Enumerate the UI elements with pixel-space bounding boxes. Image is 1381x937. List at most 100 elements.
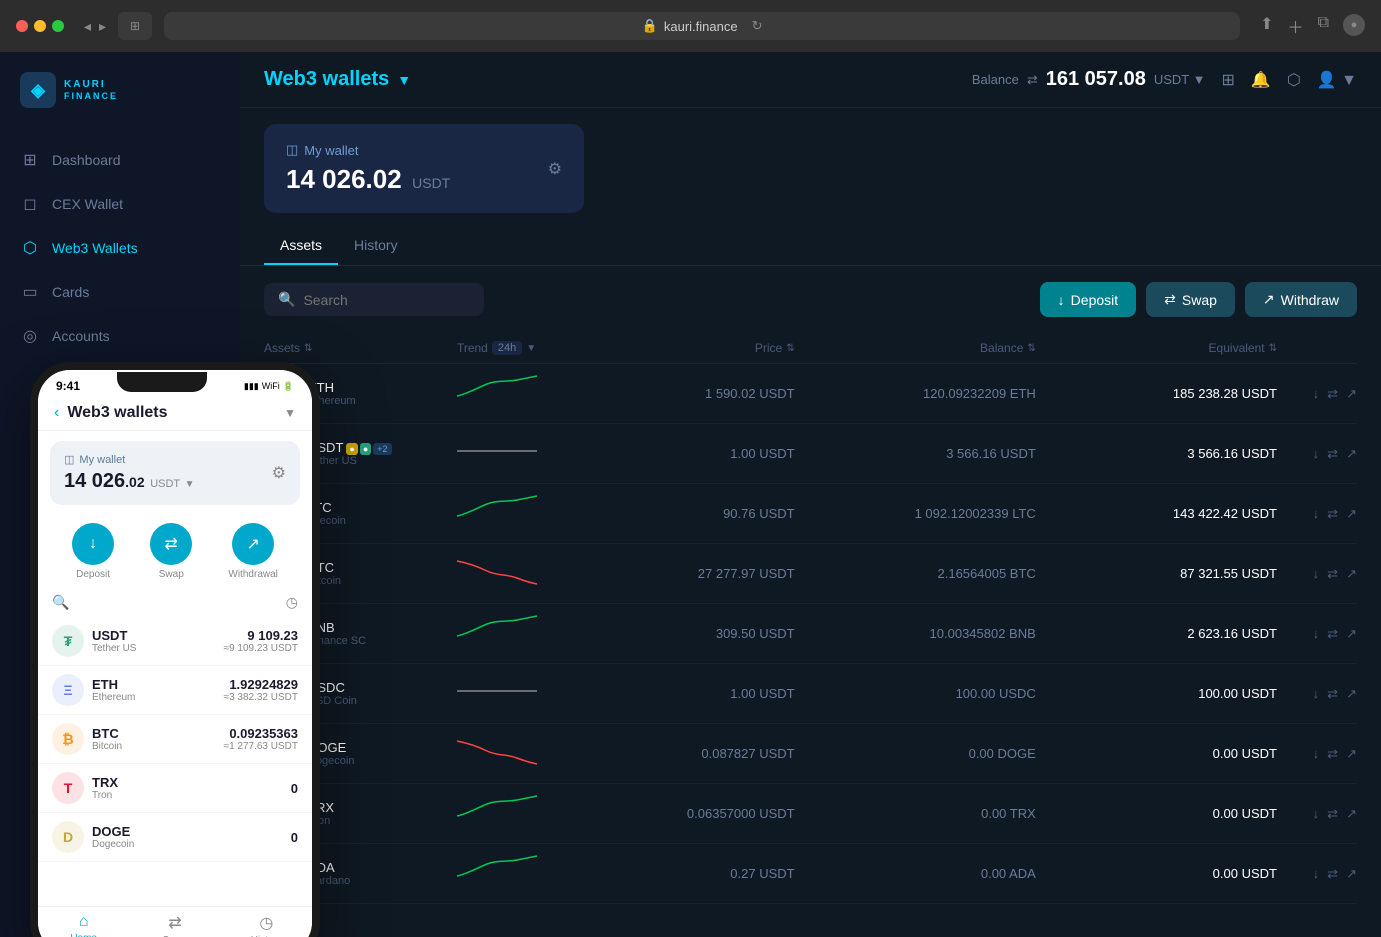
row-swap-icon[interactable]: ⇄ [1327,566,1338,582]
tab-history[interactable]: History [338,229,414,265]
phone-asset-row[interactable]: T TRX Tron 0 [38,764,312,813]
phone-asset-row[interactable]: ₮ USDT Tether US 9 109.23 ≈9 109.23 USDT [38,617,312,666]
phone-asset-row[interactable]: D DOGE Dogecoin 0 [38,813,312,862]
phone-nav-swap[interactable]: ⇄ Swap [129,913,220,937]
tabs-icon[interactable]: ⧉ [1318,14,1329,38]
equivalent-cell: 87 321.55 USDT [1036,566,1277,581]
phone-back-button[interactable]: ‹ [54,404,59,422]
row-deposit-icon[interactable]: ↓ [1313,746,1320,762]
address-bar[interactable]: 🔒 kauri.finance ↻ [164,12,1240,40]
phone-asset-symbol: USDT [92,628,224,643]
asset-fullname: Tether US [308,455,392,467]
row-swap-icon[interactable]: ⇄ [1327,686,1338,702]
trend-cell [457,736,602,771]
share-icon[interactable]: ⬆ [1260,14,1273,38]
wallet-icon: ◫ [286,142,298,158]
row-withdraw-icon[interactable]: ↗ [1346,686,1357,702]
grid-icon[interactable]: ⊞ [1222,70,1235,90]
close-button[interactable] [16,20,28,32]
new-tab-icon[interactable]: ＋ [1288,14,1304,38]
browser-nav: ◂ ▸ [84,18,106,35]
trend-sort-icon[interactable]: ▼ [526,343,536,354]
phone-history-icon[interactable]: ◷ [286,594,298,611]
phone-withdrawal-button[interactable]: ↗ Withdrawal [228,523,277,580]
tab-assets[interactable]: Assets [264,229,338,265]
history-icon: ◷ [259,913,273,933]
withdraw-button[interactable]: ↗ Withdraw [1245,282,1357,317]
phone-bottom-nav: ⌂ Home ⇄ Swap ◷ History [38,906,312,937]
row-withdraw-icon[interactable]: ↗ [1346,626,1357,642]
row-withdraw-icon[interactable]: ↗ [1346,566,1357,582]
sidebar-item-dashboard[interactable]: ⊞ Dashboard [0,138,240,182]
sidebar-toggle[interactable]: ⊞ [118,12,152,40]
row-withdraw-icon[interactable]: ↗ [1346,446,1357,462]
asset-symbol: USDT●●+2 [308,440,392,455]
phone-title-dropdown-icon[interactable]: ▼ [284,406,296,420]
phone-nav-history[interactable]: ◷ History [221,913,312,937]
sidebar-item-web3-wallets[interactable]: ⬡ Web3 Wallets [0,226,240,270]
price-sort-icon[interactable]: ⇅ [786,343,794,354]
phone-swap-button[interactable]: ⇄ Swap [150,523,192,580]
back-button[interactable]: ◂ [84,18,91,35]
forward-button[interactable]: ▸ [99,18,106,35]
row-deposit-icon[interactable]: ↓ [1313,446,1320,462]
top-bar: Web3 wallets ▼ Balance ⇄ 161 057.08 USDT… [240,52,1381,108]
balance-sort-icon[interactable]: ⇅ [1027,343,1035,354]
row-deposit-icon[interactable]: ↓ [1313,626,1320,642]
minimize-button[interactable] [34,20,46,32]
row-deposit-icon[interactable]: ↓ [1313,806,1320,822]
phone-asset-row[interactable]: ₿ BTC Bitcoin 0.09235363 ≈1 277.63 USDT [38,715,312,764]
sort-icon[interactable]: ⇅ [304,343,312,354]
currency-dropdown-icon[interactable]: ▼ [1193,72,1206,87]
phone-nav-home[interactable]: ⌂ Home [38,913,129,937]
price-cell: 0.06357000 USDT [602,806,795,821]
bell-icon[interactable]: 🔔 [1251,70,1271,90]
phone-search-icon[interactable]: 🔍 [52,594,69,611]
row-deposit-icon[interactable]: ↓ [1313,566,1320,582]
row-withdraw-icon[interactable]: ↗ [1346,746,1357,762]
swap-icon: ⇄ [1164,291,1176,308]
row-swap-icon[interactable]: ⇄ [1327,386,1338,402]
phone-wallet-info: ◫ My wallet 14 026.02 USDT ▼ [64,453,195,493]
main-nav: ⊞ Dashboard ◻ CEX Wallet ⬡ Web3 Wallets … [0,138,240,358]
row-swap-icon[interactable]: ⇄ [1327,506,1338,522]
equivalent-sort-icon[interactable]: ⇅ [1269,343,1277,354]
phone-asset-row[interactable]: Ξ ETH Ethereum 1.92924829 ≈3 382.32 USDT [38,666,312,715]
profile-icon[interactable]: ● [1343,14,1365,36]
trend-cell [457,616,602,651]
reload-icon[interactable]: ↻ [752,18,763,34]
maximize-button[interactable] [52,20,64,32]
search-icon: 🔍 [278,291,295,308]
settings-gear-button[interactable]: ⚙ [548,159,562,179]
sparkline-btc [457,556,537,586]
phone-withdrawal-label: Withdrawal [228,569,277,580]
balance-cell: 2.16564005 BTC [795,566,1036,581]
swap-button[interactable]: ⇄ Swap [1146,282,1235,317]
row-swap-icon[interactable]: ⇄ [1327,626,1338,642]
row-swap-icon[interactable]: ⇄ [1327,746,1338,762]
phone-deposit-button[interactable]: ↓ Deposit [72,523,114,580]
sidebar-item-accounts[interactable]: ◎ Accounts [0,314,240,358]
row-withdraw-icon[interactable]: ↗ [1346,506,1357,522]
deposit-button[interactable]: ↓ Deposit [1040,282,1136,317]
profile-icon[interactable]: 👤 ▼ [1317,70,1357,90]
row-withdraw-icon[interactable]: ↗ [1346,386,1357,402]
row-withdraw-icon[interactable]: ↗ [1346,866,1357,882]
row-swap-icon[interactable]: ⇄ [1327,866,1338,882]
sidebar-item-cards[interactable]: ▭ Cards [0,270,240,314]
search-input[interactable] [303,292,470,308]
row-deposit-icon[interactable]: ↓ [1313,866,1320,882]
phone-asset-value: 0 [291,830,298,845]
row-withdraw-icon[interactable]: ↗ [1346,806,1357,822]
sidebar-item-cex-wallet[interactable]: ◻ CEX Wallet [0,182,240,226]
row-swap-icon[interactable]: ⇄ [1327,806,1338,822]
row-deposit-icon[interactable]: ↓ [1313,686,1320,702]
phone-settings-gear-button[interactable]: ⚙ [272,463,286,483]
wallet-connect-icon[interactable]: ⬡ [1287,70,1301,90]
row-swap-icon[interactable]: ⇄ [1327,446,1338,462]
trend-period-badge[interactable]: 24h [492,341,522,355]
row-deposit-icon[interactable]: ↓ [1313,386,1320,402]
dropdown-arrow-icon[interactable]: ▼ [397,72,411,88]
row-deposit-icon[interactable]: ↓ [1313,506,1320,522]
phone-currency-dropdown-icon[interactable]: ▼ [185,479,195,490]
